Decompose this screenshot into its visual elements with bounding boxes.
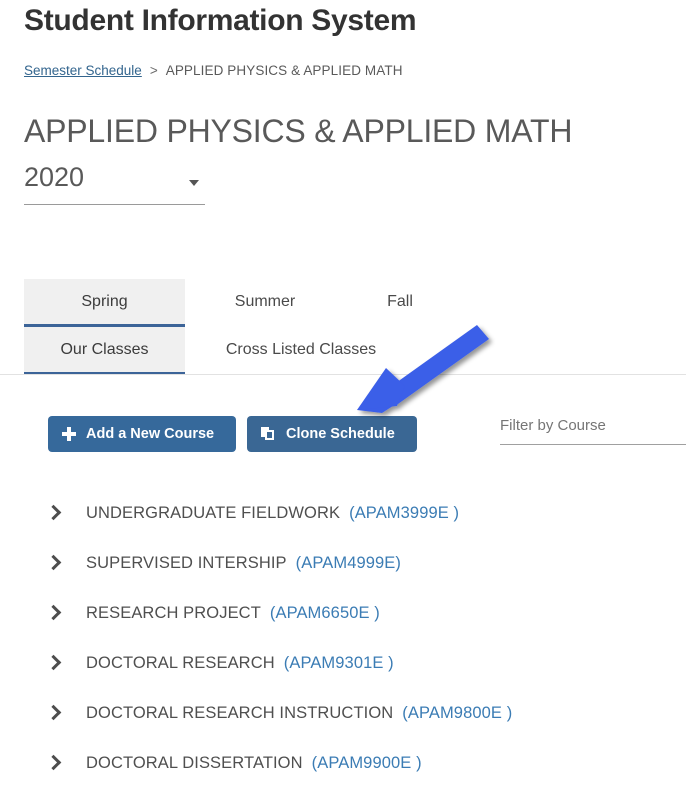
course-name: UNDERGRADUATE FIELDWORK (86, 503, 341, 522)
course-row[interactable]: DOCTORAL RESEARCH (APAM9301E ) (24, 638, 686, 688)
filter-by-course-field (500, 408, 686, 445)
clone-schedule-label: Clone Schedule (286, 426, 395, 442)
chevron-right-icon[interactable] (42, 601, 66, 625)
year-select-value: 2020 (24, 162, 85, 192)
course-name: DOCTORAL RESEARCH INSTRUCTION (86, 703, 394, 722)
breadcrumb: Semester Schedule > APPLIED PHYSICS & AP… (24, 63, 403, 78)
tab-fall[interactable]: Fall (345, 279, 455, 327)
add-a-new-course-button[interactable]: Add a New Course (48, 416, 236, 452)
app-title: Student Information System (24, 4, 417, 37)
add-a-new-course-label: Add a New Course (86, 426, 215, 442)
tab-our-classes[interactable]: Our Classes (24, 327, 185, 375)
chevron-right-icon[interactable] (42, 501, 66, 525)
tabs-divider (0, 374, 686, 375)
filter-by-course-input[interactable] (500, 408, 686, 442)
course-code[interactable]: (APAM6650E ) (270, 604, 380, 623)
course-code[interactable]: (APAM9800E ) (402, 704, 512, 723)
course-name: RESEARCH PROJECT (86, 603, 261, 622)
chevron-right-icon[interactable] (42, 651, 66, 675)
breadcrumb-current: APPLIED PHYSICS & APPLIED MATH (165, 63, 403, 78)
chevron-right-icon[interactable] (42, 751, 66, 775)
tab-summer[interactable]: Summer (185, 279, 345, 327)
course-row[interactable]: RESEARCH PROJECT (APAM6650E ) (24, 588, 686, 638)
course-code[interactable]: (APAM9301E ) (284, 654, 394, 673)
breadcrumb-link-semester-schedule[interactable]: Semester Schedule (24, 63, 142, 78)
course-code[interactable]: (APAM3999E ) (349, 504, 459, 523)
class-scope-tabs: Our Classes Cross Listed Classes (24, 327, 417, 375)
course-name: DOCTORAL RESEARCH (86, 653, 275, 672)
course-row[interactable]: SUPERVISED INTERSHIP (APAM4999E) (24, 538, 686, 588)
tab-cross-listed-classes[interactable]: Cross Listed Classes (185, 327, 417, 375)
chevron-down-icon (189, 180, 199, 186)
course-code[interactable]: (APAM4999E) (296, 554, 401, 573)
clone-schedule-button[interactable]: Clone Schedule (247, 416, 417, 452)
course-name: DOCTORAL DISSERTATION (86, 753, 303, 772)
page-title: APPLIED PHYSICS & APPLIED MATH (24, 113, 573, 150)
course-list: UNDERGRADUATE FIELDWORK (APAM3999E ) SUP… (24, 488, 686, 788)
course-row[interactable]: DOCTORAL RESEARCH INSTRUCTION (APAM9800E… (24, 688, 686, 738)
course-name: SUPERVISED INTERSHIP (86, 553, 287, 572)
copy-icon (261, 426, 276, 442)
course-code[interactable]: (APAM9900E ) (312, 754, 422, 773)
course-row[interactable]: UNDERGRADUATE FIELDWORK (APAM3999E ) (24, 488, 686, 538)
chevron-right-icon[interactable] (42, 701, 66, 725)
chevron-right-icon[interactable] (42, 551, 66, 575)
course-row[interactable]: DOCTORAL DISSERTATION (APAM9900E ) (24, 738, 686, 788)
year-select[interactable]: 2020 (24, 160, 205, 205)
breadcrumb-separator: > (149, 63, 158, 78)
season-tabs: Spring Summer Fall (24, 279, 455, 327)
plus-icon (62, 427, 76, 441)
tab-spring[interactable]: Spring (24, 279, 185, 327)
